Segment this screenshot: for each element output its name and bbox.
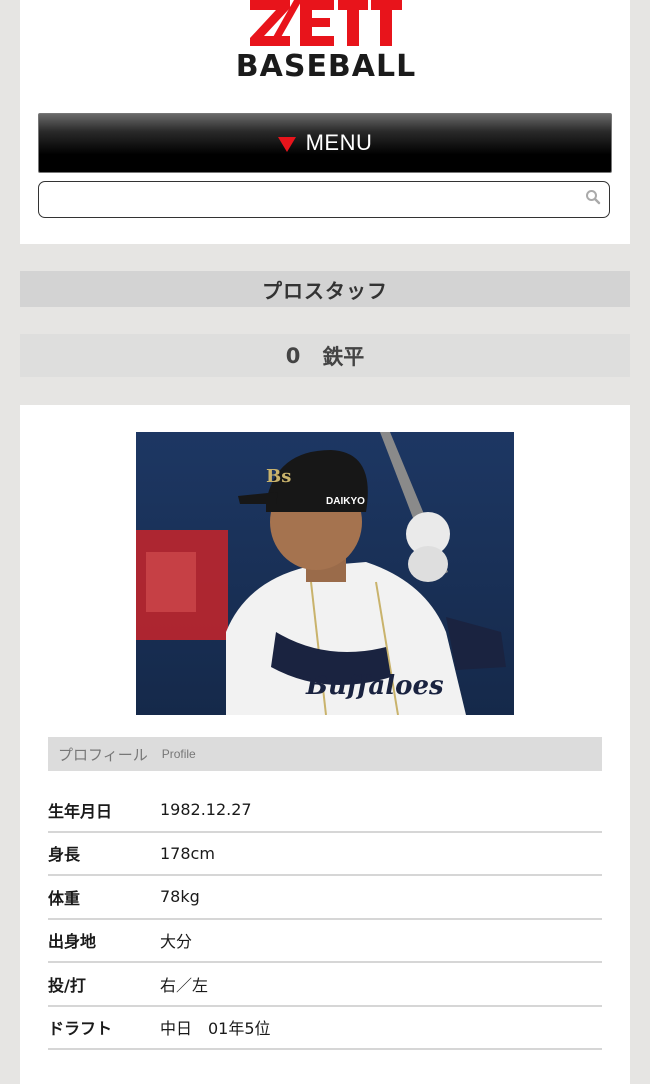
profile-label: 体重 <box>48 888 81 908</box>
player-name-bar: 0 鉄平 <box>20 334 630 377</box>
player-detail-card: Buffaloes Bs DAIKYO プロフィール Profile 生年月日 <box>20 405 630 1084</box>
search-input[interactable] <box>39 182 609 217</box>
logo-subtext: BASEBALL <box>235 49 417 84</box>
profile-row: ドラフト 中日 01年5位 <box>48 1007 602 1050</box>
profile-table: 生年月日 1982.12.27 身長 178cm 体重 78kg 出身地 大分 … <box>48 789 602 1050</box>
profile-label: ドラフト <box>48 1019 113 1039</box>
search-field[interactable] <box>38 181 610 218</box>
profile-value: 右／左 <box>160 975 209 995</box>
triangle-down-icon <box>277 136 296 152</box>
profile-label: 投/打 <box>48 975 86 995</box>
section-title-bar: プロスタッフ <box>20 271 630 307</box>
zett-logo-mark <box>250 0 402 46</box>
profile-row: 出身地 大分 <box>48 920 602 963</box>
profile-row: 生年月日 1982.12.27 <box>48 789 602 833</box>
profile-label: 出身地 <box>48 932 97 952</box>
svg-text:Buffaloes: Buffaloes <box>305 671 444 701</box>
profile-value: 78kg <box>160 887 200 907</box>
svg-text:Bs: Bs <box>266 466 291 487</box>
search-icon[interactable] <box>585 189 601 205</box>
profile-value: 大分 <box>160 932 193 952</box>
profile-value: 1982.12.27 <box>160 800 252 820</box>
player-number: 0 <box>285 343 301 368</box>
profile-value: 中日 01年5位 <box>160 1019 271 1039</box>
page: BASEBALL MENU プロスタッフ 0 鉄平 Buffaloes Bs D… <box>0 0 650 1084</box>
profile-row: 体重 78kg <box>48 876 602 920</box>
section-title: プロスタッフ <box>262 278 388 303</box>
profile-row: 身長 178cm <box>48 833 602 876</box>
profile-heading-jp: プロフィール <box>58 745 148 764</box>
player-name: 鉄平 <box>322 344 365 369</box>
player-photo: Buffaloes Bs DAIKYO <box>136 432 514 715</box>
profile-value: 178cm <box>160 843 215 863</box>
profile-heading: プロフィール Profile <box>48 737 602 771</box>
profile-row: 投/打 右／左 <box>48 963 602 1007</box>
player-photo-illustration: Buffaloes Bs DAIKYO <box>136 432 514 715</box>
profile-heading-en: Profile <box>161 747 196 761</box>
zett-baseball-logo[interactable]: BASEBALL <box>228 0 424 84</box>
svg-text:DAIKYO: DAIKYO <box>326 496 365 507</box>
menu-button[interactable]: MENU <box>38 113 612 173</box>
profile-label: 生年月日 <box>48 801 113 821</box>
menu-label: MENU <box>305 130 373 155</box>
profile-label: 身長 <box>48 845 81 865</box>
header: BASEBALL MENU <box>20 0 630 244</box>
